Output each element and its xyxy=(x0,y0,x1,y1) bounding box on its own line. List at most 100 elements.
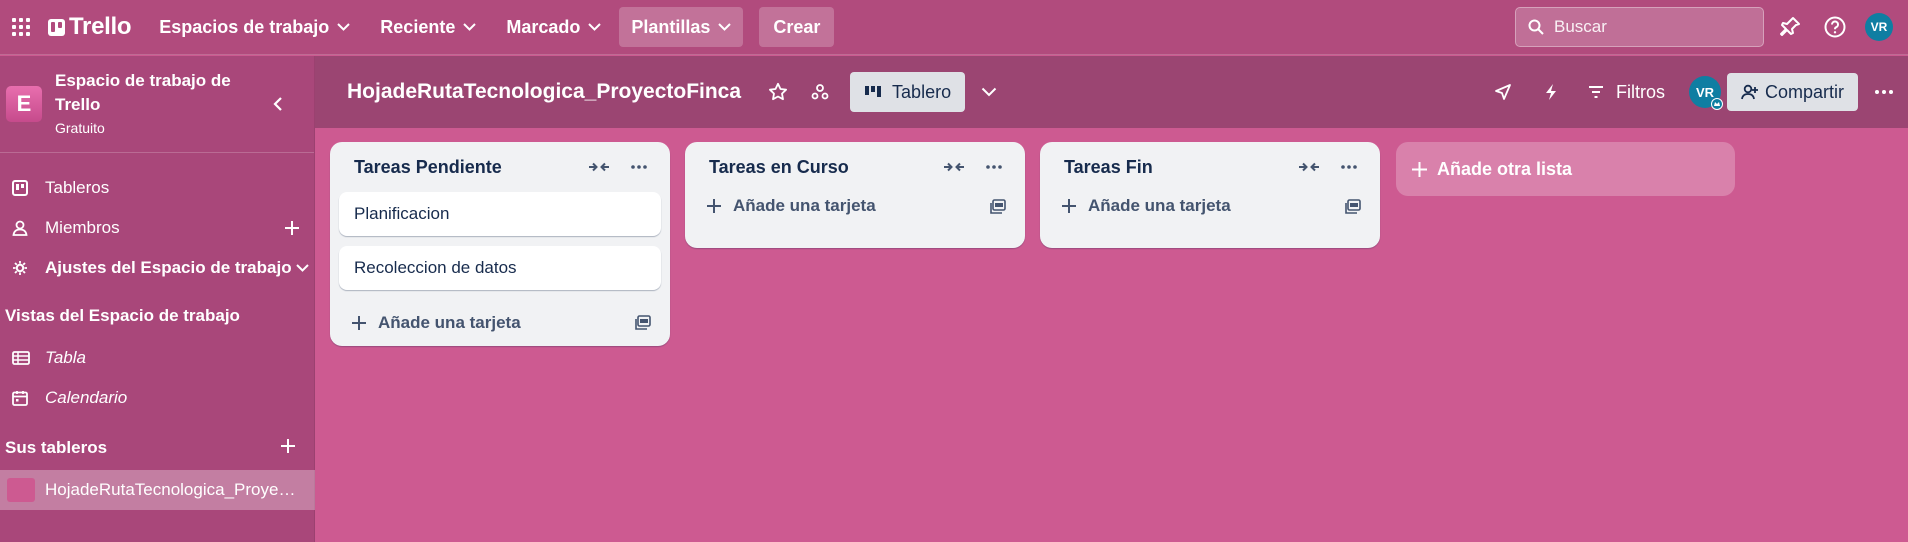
sidebar-item-boards[interactable]: Tableros xyxy=(0,170,315,206)
list-menu-icon[interactable] xyxy=(985,160,1003,174)
collapse-list-icon[interactable] xyxy=(943,160,965,174)
sidebar-item-label: Ajustes del Espacio de trabajo xyxy=(45,258,292,277)
plus-icon xyxy=(1412,161,1427,177)
filter-icon xyxy=(1588,86,1603,98)
plus-icon xyxy=(707,199,721,213)
workspace-logo: E xyxy=(6,86,42,122)
card-template-icon[interactable] xyxy=(1345,199,1361,215)
app-switcher-icon[interactable] xyxy=(10,16,32,38)
sidebar-item-calendar[interactable]: Calendario xyxy=(0,380,315,416)
more-options-icon[interactable] xyxy=(1874,89,1894,95)
filters-button[interactable]: Filtros xyxy=(1588,82,1665,103)
share-button[interactable]: Compartir xyxy=(1726,73,1858,111)
board-thumbnail xyxy=(7,478,35,502)
chevron-down-icon xyxy=(588,23,602,31)
trello-logo[interactable]: Trello xyxy=(48,13,132,41)
sidebar: E Espacio de trabajo de Trello Gratuito … xyxy=(0,56,315,542)
menu-templates[interactable]: Plantillas xyxy=(619,7,744,47)
add-card-label: Añade una tarjeta xyxy=(733,196,876,215)
list-title[interactable]: Tareas Fin xyxy=(1064,157,1153,178)
add-board-icon[interactable] xyxy=(279,437,297,455)
card[interactable]: Recoleccion de datos xyxy=(339,246,661,290)
top-navigation: Trello Espacios de trabajo Reciente Marc… xyxy=(0,0,1908,55)
chevron-down-icon xyxy=(718,23,732,31)
sidebar-item-label: Tabla xyxy=(45,348,86,367)
sidebar-board-item[interactable]: HojadeRutaTecnologica_ProyectoFinca xyxy=(0,470,315,510)
add-person-icon xyxy=(1741,84,1758,100)
create-button[interactable]: Crear xyxy=(759,7,835,47)
filters-label: Filtros xyxy=(1615,81,1665,102)
search-icon xyxy=(1528,19,1544,35)
list-title[interactable]: Tareas Pendiente xyxy=(354,157,502,178)
add-card-button[interactable]: Añade una tarjeta xyxy=(1040,192,1380,248)
add-card-label: Añade una tarjeta xyxy=(378,313,521,332)
automation-icon[interactable] xyxy=(1544,83,1558,101)
list-menu-icon[interactable] xyxy=(1340,160,1358,174)
share-label: Compartir xyxy=(1764,81,1844,102)
board-title[interactable]: HojadeRutaTecnologica_ProyectoFinca xyxy=(347,80,741,104)
list-header: Tareas Fin xyxy=(1040,142,1380,192)
menu-recent-label: Reciente xyxy=(380,16,456,37)
your-boards-heading: Sus tableros xyxy=(5,438,108,457)
sidebar-item-table[interactable]: Tabla xyxy=(0,340,315,376)
sidebar-item-label: Calendario xyxy=(45,388,128,407)
visibility-icon[interactable] xyxy=(810,82,830,102)
power-ups-icon[interactable] xyxy=(1494,83,1512,101)
menu-starred[interactable]: Marcado xyxy=(494,7,613,47)
list-header: Tareas en Curso xyxy=(685,142,1025,192)
workspace-plan: Gratuito xyxy=(55,120,105,136)
help-icon[interactable] xyxy=(1822,14,1848,40)
list-tareas-en-curso: Tareas en Curso Añade una tarjeta xyxy=(685,142,1025,248)
add-card-button[interactable]: Añade una tarjeta xyxy=(330,300,670,346)
menu-starred-label: Marcado xyxy=(506,16,581,37)
board-member-avatar[interactable]: VR xyxy=(1688,76,1723,110)
collapse-list-icon[interactable] xyxy=(588,160,610,174)
sidebar-item-members[interactable]: Miembros xyxy=(0,210,315,246)
list-menu-icon[interactable] xyxy=(630,160,648,174)
board-view-label: Tablero xyxy=(892,81,952,102)
person-icon xyxy=(12,220,32,236)
chevron-down-icon xyxy=(337,23,351,31)
list-title[interactable]: Tareas en Curso xyxy=(709,157,849,178)
add-card-button[interactable]: Añade una tarjeta xyxy=(685,192,1025,248)
trello-logo-text: Trello xyxy=(69,13,132,40)
board-view-icon xyxy=(865,86,882,97)
plus-icon xyxy=(1062,199,1076,213)
user-avatar[interactable]: VR xyxy=(1865,13,1893,41)
collapse-sidebar-icon[interactable] xyxy=(268,94,288,114)
table-icon xyxy=(12,351,32,365)
sidebar-board-name: HojadeRutaTecnologica_ProyectoFinca xyxy=(45,480,300,499)
list-header: Tareas Pendiente xyxy=(330,142,670,192)
trello-logo-icon xyxy=(48,18,65,36)
sidebar-item-workspace-settings[interactable]: Ajustes del Espacio de trabajo xyxy=(0,250,315,286)
add-card-label: Añade una tarjeta xyxy=(1088,196,1231,215)
board-view-button[interactable]: Tablero xyxy=(850,72,966,112)
calendar-icon xyxy=(12,390,32,406)
add-member-icon[interactable] xyxy=(283,219,301,237)
add-list-label: Añade otra lista xyxy=(1437,158,1573,179)
menu-workspaces[interactable]: Espacios de trabajo xyxy=(147,7,362,47)
menu-recent[interactable]: Reciente xyxy=(368,7,488,47)
card[interactable]: Planificacion xyxy=(339,192,661,236)
add-list-button[interactable]: Añade otra lista xyxy=(1396,142,1735,196)
menu-templates-label: Plantillas xyxy=(631,16,711,37)
list-tareas-pendiente: Tareas Pendiente Planificacion Recolecci… xyxy=(330,142,670,346)
notifications-icon[interactable] xyxy=(1777,14,1803,40)
card-template-icon[interactable] xyxy=(990,199,1006,215)
list-tareas-fin: Tareas Fin Añade una tarjeta xyxy=(1040,142,1380,248)
admin-badge-icon xyxy=(1710,98,1723,110)
sidebar-item-label: Miembros xyxy=(45,218,120,237)
search-box[interactable] xyxy=(1515,7,1764,47)
collapse-list-icon[interactable] xyxy=(1298,160,1320,174)
board-header-tools: Filtros VR Compartir xyxy=(1494,56,1908,128)
menu-workspaces-label: Espacios de trabajo xyxy=(159,16,330,37)
views-chevron-down-icon[interactable] xyxy=(981,87,997,97)
star-icon[interactable] xyxy=(768,82,788,102)
gear-icon xyxy=(12,260,32,276)
workspace-name[interactable]: Espacio de trabajo de Trello xyxy=(55,69,245,117)
plus-icon xyxy=(352,316,366,330)
card-template-icon[interactable] xyxy=(635,315,651,331)
search-input[interactable] xyxy=(1552,16,1746,38)
chevron-down-icon xyxy=(295,264,309,272)
workspace-views-heading: Vistas del Espacio de trabajo xyxy=(5,306,240,325)
